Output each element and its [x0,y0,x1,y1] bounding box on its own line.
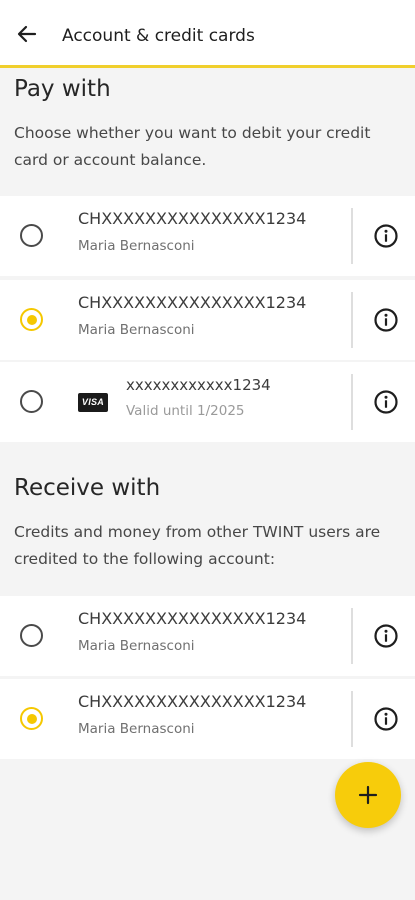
info-icon[interactable] [373,623,399,649]
account-number: CHXXXXXXXXXXXXXXX1234 [78,692,307,711]
receive-section-description: Credits and money from other TWINT users… [14,523,381,568]
page-title: Account & credit cards [62,26,255,46]
pay-section-title: Pay with [14,76,111,102]
app-screen: Account & credit cards Pay with Choose w… [0,0,415,900]
account-number: CHXXXXXXXXXXXXXXX1234 [78,609,307,628]
info-icon[interactable] [373,706,399,732]
info-icon[interactable] [373,223,399,249]
app-header: Account & credit cards [0,0,415,68]
account-number: CHXXXXXXXXXXXXXXX1234 [78,209,307,228]
row-divider [351,292,353,348]
receive-section-title: Receive with [14,475,161,501]
receive-section-header: Receive with Credits and money from othe… [14,473,401,573]
pay-account-radio-selected[interactable] [20,308,43,331]
back-button[interactable] [10,17,44,51]
pay-section-header: Pay with Choose whether you want to debi… [14,74,401,174]
row-divider [351,208,353,264]
pay-credit-card-row[interactable]: VISA xxxxxxxxxxxx1234 Valid until 1/2025 [0,362,415,442]
pay-account-row-selected[interactable]: CHXXXXXXXXXXXXXXX1234 Maria Bernasconi [0,280,415,360]
receive-account-radio[interactable] [20,624,43,647]
pay-account-radio[interactable] [20,224,43,247]
row-divider [351,691,353,747]
pay-account-row[interactable]: CHXXXXXXXXXXXXXXX1234 Maria Bernasconi [0,196,415,276]
card-number: xxxxxxxxxxxx1234 [126,376,271,394]
account-number: CHXXXXXXXXXXXXXXX1234 [78,293,307,312]
account-holder: Maria Bernasconi [78,721,195,737]
row-divider [351,374,353,430]
receive-account-row-selected[interactable]: CHXXXXXXXXXXXXXXX1234 Maria Bernasconi [0,679,415,759]
pay-card-radio[interactable] [20,390,43,413]
row-divider [351,608,353,664]
account-holder: Maria Bernasconi [78,638,195,654]
receive-account-row[interactable]: CHXXXXXXXXXXXXXXX1234 Maria Bernasconi [0,596,415,676]
account-holder: Maria Bernasconi [78,322,195,338]
pay-section-description: Choose whether you want to debit your cr… [14,124,371,169]
card-expiry: Valid until 1/2025 [126,403,245,419]
receive-account-radio-selected[interactable] [20,707,43,730]
plus-icon [358,785,378,805]
visa-logo-icon: VISA [78,393,108,412]
info-icon[interactable] [373,307,399,333]
account-holder: Maria Bernasconi [78,238,195,254]
info-icon[interactable] [373,389,399,415]
add-account-button[interactable] [335,762,401,828]
arrow-left-icon [17,25,37,43]
